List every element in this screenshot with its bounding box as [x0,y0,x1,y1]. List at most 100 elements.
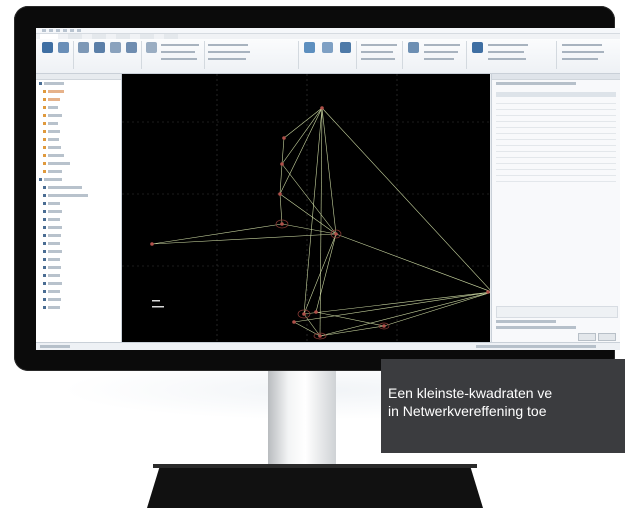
ribbon-command-label[interactable] [161,51,195,53]
tree-item[interactable] [48,250,62,253]
tree-item[interactable] [44,178,62,181]
ribbon-command-label[interactable] [562,58,598,60]
plan-view-canvas[interactable] [122,74,490,342]
tree-item[interactable] [48,282,62,285]
tree-node-icon [43,162,46,165]
info-text [496,320,556,323]
tree-item[interactable] [48,154,64,157]
tree-node-icon [43,106,46,109]
ribbon-command-label[interactable] [161,44,199,46]
tree-item[interactable] [48,90,64,93]
ribbon-command-label[interactable] [424,58,454,60]
panel-header [36,74,121,80]
tree-item[interactable] [48,290,60,293]
cancel-button[interactable] [598,333,616,341]
ribbon-command-label[interactable] [361,44,397,46]
tree-item[interactable] [48,266,61,269]
observation-lines [151,107,490,337]
tree-item[interactable] [48,138,59,141]
ribbon-button-icon[interactable] [408,42,419,53]
group-separator [73,41,74,69]
ribbon-command-label[interactable] [562,44,602,46]
ribbon-command-label[interactable] [424,44,460,46]
group-separator [402,41,403,69]
tree-item[interactable] [48,98,60,101]
monitor-stand-base [147,464,483,508]
tree-item[interactable] [48,274,60,277]
properties-panel [491,74,620,342]
tree-item[interactable] [48,202,60,205]
tree-item[interactable] [48,234,61,237]
tree-item[interactable] [48,130,60,133]
ribbon-command-label[interactable] [488,51,524,53]
tree-item[interactable] [48,226,62,229]
tree-item[interactable] [48,170,62,173]
ribbon-command-label[interactable] [488,58,526,60]
tree-item[interactable] [48,210,62,213]
ribbon-command-label[interactable] [562,51,604,53]
tree-node-icon [43,90,46,93]
tree-item[interactable] [48,258,60,261]
project-explorer-panel [36,74,122,342]
tree-node-icon [43,202,46,205]
tree-item[interactable] [48,162,70,165]
status-text [476,345,596,348]
ribbon-button-icon[interactable] [146,42,157,53]
ribbon-button-icon[interactable] [42,42,53,53]
tree-node-icon [43,130,46,133]
ribbon-command-label[interactable] [208,51,250,53]
panel-header [492,74,620,80]
ribbon-command-label[interactable] [488,44,528,46]
ribbon-command-label[interactable] [424,51,458,53]
ribbon-toolbar [36,39,620,74]
tree-node-icon [43,170,46,173]
tree-node-icon [43,154,46,157]
qat-icon [63,29,67,32]
tree-item[interactable] [48,298,61,301]
tree-item[interactable] [48,122,58,125]
ribbon-button-icon[interactable] [472,42,483,53]
tree-node-icon [43,186,46,189]
tree-node-icon [43,138,46,141]
ribbon-button-icon[interactable] [78,42,89,53]
ribbon-button-icon[interactable] [110,42,121,53]
tree-item[interactable] [48,146,61,149]
tree-node-icon [43,98,46,101]
group-separator [204,41,205,69]
tree-item[interactable] [44,82,64,85]
group-separator [298,41,299,69]
tree-item[interactable] [48,114,62,117]
ribbon-button-icon[interactable] [304,42,315,53]
tree-item[interactable] [48,242,60,245]
quick-access-toolbar [42,29,162,32]
tree-node-icon [43,298,46,301]
table-row[interactable] [496,176,616,182]
monitor-stand-neck [268,371,336,464]
qat-icon [56,29,60,32]
tree-node-icon [43,274,46,277]
ribbon-command-label[interactable] [361,58,395,60]
ribbon-command-label[interactable] [208,44,248,46]
panel-toolbar[interactable] [496,82,576,85]
ribbon-button-icon[interactable] [126,42,137,53]
tree-node-icon [43,122,46,125]
tree-node-icon [43,306,46,309]
ribbon-button-icon[interactable] [58,42,69,53]
tree-node-icon [43,194,46,197]
tree-item[interactable] [48,186,82,189]
ribbon-button-icon[interactable] [340,42,351,53]
tree-item[interactable] [48,306,60,309]
ribbon-button-icon[interactable] [94,42,105,53]
apply-button[interactable] [578,333,596,341]
qat-icon [70,29,74,32]
tree-item[interactable] [48,106,58,109]
qat-icon [77,29,81,32]
tree-item[interactable] [48,218,60,221]
tree-item[interactable] [48,194,88,197]
ribbon-command-label[interactable] [361,51,393,53]
ribbon-command-label[interactable] [161,58,197,60]
qat-icon [42,29,46,32]
ribbon-command-label[interactable] [208,58,246,60]
ribbon-button-icon[interactable] [322,42,333,53]
table-header [496,92,616,97]
